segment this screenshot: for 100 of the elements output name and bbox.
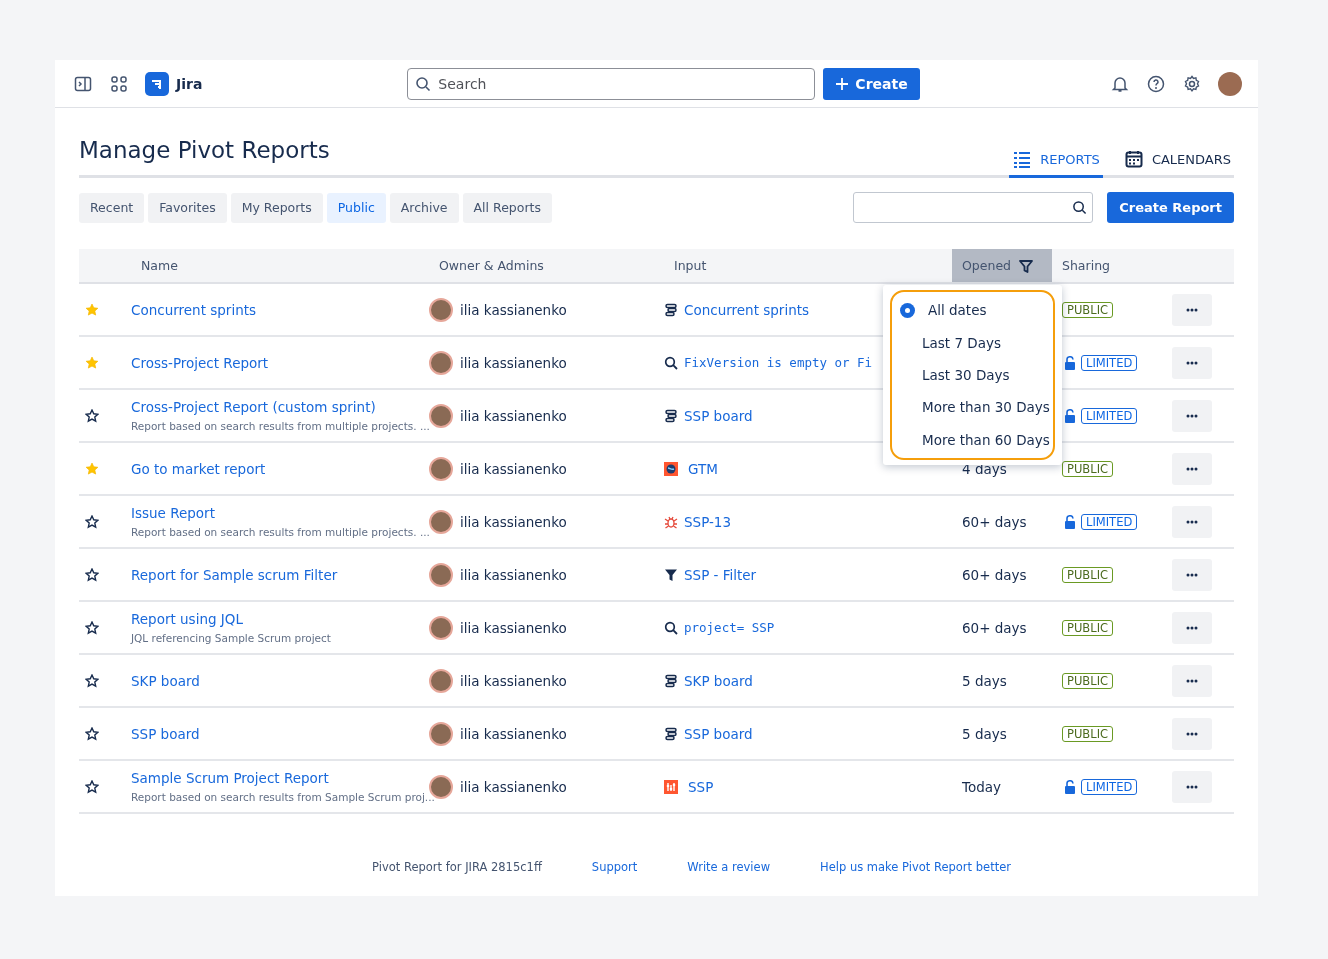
report-description: Report based on search results from Sample Scrum proj...	[131, 790, 436, 804]
user-avatar[interactable]	[1218, 71, 1242, 96]
input-link[interactable]: SSP	[688, 778, 714, 795]
search-icon	[415, 75, 432, 92]
report-link[interactable]: Sample Scrum Project Report	[131, 769, 419, 787]
filter-tab[interactable]: Archive	[389, 192, 459, 223]
help-icon[interactable]	[1146, 73, 1166, 94]
menu-option[interactable]: Last 7 Days	[892, 334, 1053, 351]
view-tab[interactable]: REPORTS	[1009, 149, 1103, 178]
filter-tab[interactable]: Recent	[79, 192, 145, 223]
filter-tab[interactable]: All Reports	[462, 192, 552, 223]
owner-avatar	[429, 509, 453, 534]
menu-option[interactable]: More than 30 Days	[892, 399, 1053, 416]
input-link[interactable]: SKP board	[684, 672, 753, 689]
owner-avatar	[429, 721, 453, 746]
owner-avatar	[429, 668, 453, 693]
filled-star-icon[interactable]	[85, 355, 99, 370]
more-icon	[1186, 307, 1198, 312]
report-search-field[interactable]	[853, 192, 1094, 223]
create-report-button[interactable]: Create Report	[1107, 192, 1234, 223]
sharing-lozenge: PUBLIC	[1062, 725, 1114, 742]
input-link[interactable]: SSP board	[684, 407, 753, 424]
sharing-lozenge: LIMITED	[1081, 354, 1138, 371]
filled-star-icon[interactable]	[85, 461, 99, 476]
report-link[interactable]: Issue Report	[131, 504, 419, 522]
unlocked-lock-icon	[1064, 514, 1076, 529]
create-button[interactable]: Create	[823, 67, 920, 100]
star-icon[interactable]	[85, 779, 99, 794]
owner-avatar	[429, 297, 453, 322]
unlocked-lock-icon	[1064, 355, 1076, 370]
opened-text: 5 days	[962, 672, 1007, 689]
owner-avatar	[429, 350, 453, 375]
star-icon[interactable]	[85, 673, 99, 688]
owner-avatar	[429, 615, 453, 640]
owner-avatar	[429, 403, 453, 428]
filter-icon[interactable]	[1019, 258, 1033, 273]
opened-text: 60+ days	[962, 619, 1027, 636]
menu-option[interactable]: All dates	[892, 302, 1053, 319]
sharing-lozenge: PUBLIC	[1062, 566, 1114, 583]
star-icon[interactable]	[85, 726, 99, 741]
footer-link[interactable]: Write a review	[687, 860, 771, 874]
column-header[interactable]: Opened	[952, 249, 1052, 283]
owner-name: ilia kassianenko	[460, 513, 567, 530]
footer-link[interactable]: Help us make Pivot Report better	[820, 860, 1011, 874]
report-link[interactable]: Concurrent sprints	[131, 300, 419, 319]
search-icon	[1072, 200, 1088, 215]
column-header: Input	[674, 258, 707, 273]
input-link[interactable]: FixVersion is empty or Fi	[684, 355, 873, 370]
view-tab[interactable]: CALENDARS	[1120, 149, 1234, 178]
report-link[interactable]: Cross-Project Report (custom sprint)	[131, 398, 419, 416]
app-switcher-icon[interactable]	[109, 73, 129, 94]
search-field[interactable]: Search	[407, 67, 816, 100]
input-link[interactable]: SSP board	[684, 725, 753, 742]
footer-link[interactable]: Support	[591, 860, 638, 874]
more-icon	[1186, 572, 1198, 577]
input-link[interactable]: project= SSP	[684, 620, 775, 635]
report-link[interactable]: Go to market report	[131, 459, 419, 478]
settings-icon[interactable]	[1182, 73, 1202, 94]
report-link[interactable]: SKP board	[131, 671, 419, 690]
unlocked-lock-icon	[1064, 408, 1076, 423]
sharing-lozenge: PUBLIC	[1062, 619, 1114, 636]
star-icon[interactable]	[85, 567, 99, 582]
more-icon	[1186, 466, 1198, 471]
report-link[interactable]: Report for Sample scrum Filter	[131, 565, 419, 584]
radio-icon	[900, 302, 915, 318]
star-icon[interactable]	[85, 408, 99, 423]
unlocked-lock-icon	[1064, 779, 1076, 794]
filter-tab[interactable]: My Reports	[230, 192, 323, 223]
filter-tab[interactable]: Public	[326, 192, 386, 223]
opened-text: Today	[962, 778, 1002, 795]
input-link[interactable]: GTM	[688, 460, 718, 477]
owner-name: ilia kassianenko	[460, 354, 567, 371]
input-link[interactable]: SSP - Filter	[684, 566, 757, 583]
more-icon	[1186, 413, 1198, 418]
opened-text: 60+ days	[962, 513, 1027, 530]
owner-avatar	[429, 456, 453, 481]
menu-option[interactable]: More than 60 Days	[892, 431, 1053, 448]
sharing-lozenge: LIMITED	[1081, 513, 1138, 530]
calendar-icon	[1123, 149, 1144, 169]
report-link[interactable]: Report using JQL	[131, 610, 419, 628]
sharing-lozenge: PUBLIC	[1062, 672, 1114, 689]
filled-star-icon[interactable]	[85, 302, 99, 317]
plus-icon	[835, 76, 850, 91]
sharing-lozenge: LIMITED	[1081, 407, 1138, 424]
star-icon[interactable]	[85, 620, 99, 635]
sharing-lozenge: PUBLIC	[1062, 460, 1114, 477]
app-name: Jira	[176, 75, 203, 92]
menu-option[interactable]: Last 30 Days	[892, 366, 1053, 383]
owner-name: ilia kassianenko	[460, 672, 567, 689]
column-header: Name	[141, 258, 178, 273]
input-link[interactable]: SSP-13	[684, 513, 732, 530]
star-icon[interactable]	[85, 514, 99, 529]
report-link[interactable]: Cross-Project Report	[131, 353, 419, 372]
list-icon	[1012, 149, 1033, 169]
input-link[interactable]: Concurrent sprints	[684, 301, 810, 318]
filter-tab[interactable]: Favorites	[148, 192, 227, 223]
app-logo[interactable]	[145, 71, 169, 96]
column-label[interactable]: Opened	[962, 258, 1011, 273]
owner-name: ilia kassianenko	[460, 407, 567, 424]
report-link[interactable]: SSP board	[131, 724, 419, 743]
